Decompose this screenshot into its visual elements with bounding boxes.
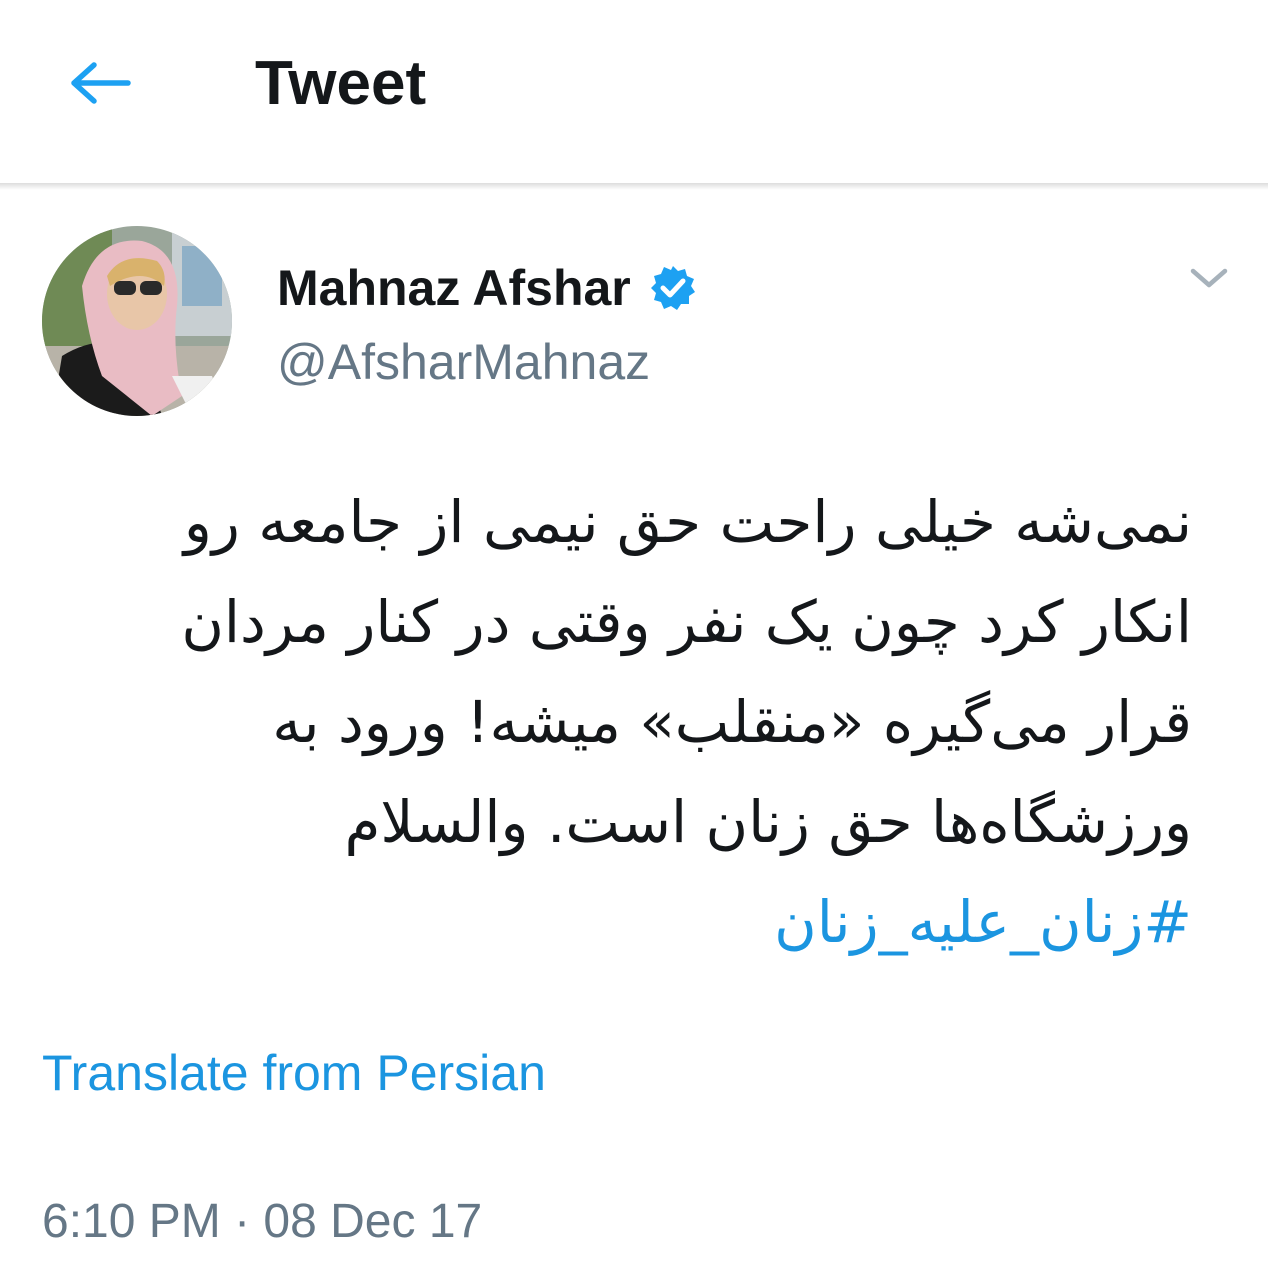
- author-name-text: Mahnaz Afshar: [277, 260, 631, 316]
- verified-badge-icon: [650, 266, 695, 310]
- page-title: Tweet: [255, 49, 427, 118]
- tweet-line: قرار می‌گیره «منقلب» میشه! ورود به: [272, 688, 1192, 756]
- arrow-left-icon: [71, 62, 131, 104]
- tweet-menu-button[interactable]: [1185, 258, 1233, 298]
- tweet-timestamp: 6:10 PM · 08 Dec 17: [42, 1195, 483, 1248]
- tweet-line: نمی‌شه خیلی راحت حق نیمی از جامعه رو: [183, 488, 1192, 556]
- author-handle[interactable]: @AfsharMahnaz: [277, 332, 650, 392]
- tweet-line: انکار کرد چون یک نفر وقتی در کنار مردان: [181, 588, 1192, 656]
- tweet-line: ورزشگاه‌ها حق زنان است. والسلام: [344, 788, 1192, 856]
- profile-avatar[interactable]: [42, 226, 232, 416]
- chevron-down-icon: [1190, 268, 1228, 288]
- hashtag-link[interactable]: #زنان_علیه_زنان: [42, 872, 1192, 972]
- tweet-text: نمی‌شه خیلی راحت حق نیمی از جامعه رو انک…: [42, 472, 1192, 972]
- header-divider: [0, 183, 1268, 190]
- translate-link[interactable]: Translate from Persian: [42, 1043, 546, 1103]
- app-bar: Tweet: [0, 0, 1268, 183]
- author-display-name[interactable]: Mahnaz Afshar: [277, 258, 697, 318]
- back-button[interactable]: [60, 48, 140, 118]
